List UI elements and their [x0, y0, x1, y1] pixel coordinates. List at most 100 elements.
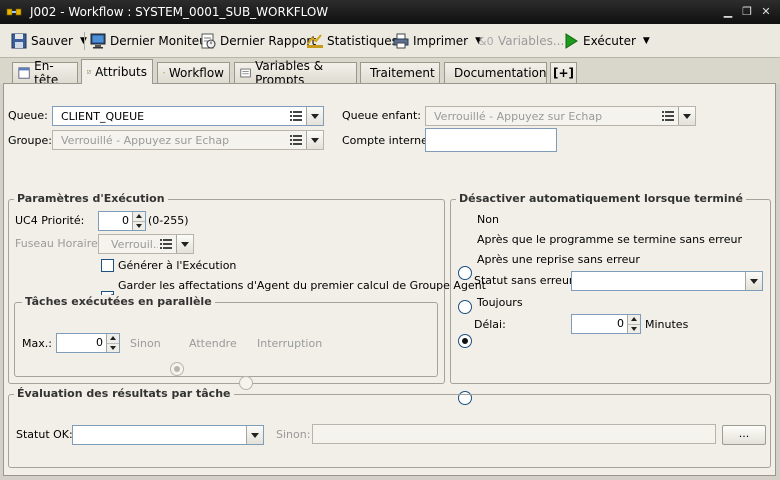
spin-down-icon[interactable]: [628, 324, 640, 333]
internal-account-input[interactable]: [425, 128, 557, 152]
deactivate-after-restart-label: Après une reprise sans erreur: [477, 253, 640, 266]
max-spinner[interactable]: 0: [56, 333, 120, 353]
child-queue-combo[interactable]: Verrouillé - Appuyez sur Echap: [425, 106, 696, 126]
deactivate-group: [450, 199, 771, 384]
group-value: Verrouillé - Appuyez sur Echap: [61, 133, 230, 147]
child-queue-value: Verrouillé - Appuyez sur Echap: [434, 109, 603, 123]
timezone-value: Verrouil...: [111, 237, 158, 251]
report-icon: [201, 33, 216, 49]
variables-button[interactable]: &0 Variables...: [477, 30, 564, 52]
chevron-down-icon[interactable]: [306, 131, 323, 149]
close-button[interactable]: ✕: [758, 5, 774, 19]
variables-tab-icon: [240, 68, 251, 78]
chevron-down-icon[interactable]: [246, 426, 263, 444]
list-icon[interactable]: [288, 108, 304, 124]
tab-header[interactable]: En-tête: [12, 59, 78, 87]
deactivate-none-radio[interactable]: [458, 266, 472, 280]
evaluation-title: Évaluation des résultats par tâche: [14, 387, 234, 400]
list-icon[interactable]: [158, 236, 174, 252]
spin-up-icon[interactable]: [628, 315, 640, 325]
status-no-error-label: Statut sans erreur:: [474, 274, 577, 287]
parallel-tasks-title: Tâches exécutées en parallèle: [22, 295, 215, 308]
queue-label: Queue:: [8, 109, 48, 122]
chevron-down-icon[interactable]: [306, 107, 323, 125]
delay-spinner[interactable]: 0: [571, 314, 641, 334]
queue-value: CLIENT_QUEUE: [61, 109, 145, 123]
else-field-label: Sinon:: [276, 428, 311, 441]
play-icon: [565, 33, 578, 49]
group-label: Groupe:: [8, 134, 52, 147]
max-label: Max.:: [22, 337, 52, 350]
priority-range: (0-255): [148, 214, 189, 227]
print-button[interactable]: Imprimer ▼: [392, 30, 482, 52]
tab-add[interactable]: [+]: [550, 62, 577, 83]
status-ok-label: Statut OK:: [16, 428, 73, 441]
header-tab-icon: [18, 67, 30, 79]
interrupt-label: Interruption: [257, 337, 323, 350]
deactivate-title: Désactiver automatiquement lorsque termi…: [456, 192, 746, 205]
wait-label: Attendre: [189, 337, 237, 350]
deactivate-after-program-label: Après que le programme se termine sans e…: [477, 233, 742, 246]
else-label: Sinon: [130, 337, 161, 350]
generate-at-runtime-checkbox[interactable]: [101, 259, 114, 272]
interrupt-radio[interactable]: [239, 376, 253, 390]
deactivate-after-restart-radio[interactable]: [458, 334, 472, 348]
last-report-button[interactable]: Dernier Rapport: [199, 30, 316, 52]
minimize-button[interactable]: ▁: [720, 5, 736, 19]
statistics-button[interactable]: Statistiques: [306, 30, 398, 52]
tab-processing[interactable]: Traitement: [360, 62, 440, 83]
workflow-tab-icon: [163, 72, 165, 74]
execution-params-title: Paramètres d'Exécution: [14, 192, 168, 205]
maximize-button[interactable]: ❐: [739, 5, 755, 19]
deactivate-after-program-radio[interactable]: [458, 300, 472, 314]
status-ok-combo[interactable]: [72, 425, 264, 445]
priority-spinner[interactable]: 0: [98, 211, 146, 231]
priority-value: 0: [122, 214, 129, 227]
list-icon[interactable]: [288, 132, 304, 148]
else-input[interactable]: [312, 424, 716, 444]
delay-value: 0: [617, 317, 624, 330]
statistics-icon: [307, 34, 323, 48]
chevron-down-icon[interactable]: [745, 272, 762, 290]
timezone-label: Fuseau Horaire:: [15, 237, 102, 250]
execute-button[interactable]: Exécuter ▼: [562, 30, 650, 52]
save-icon: [11, 33, 27, 49]
last-monitor-button[interactable]: Dernier Moniteur: [89, 30, 212, 52]
toolbar-separator: [84, 32, 85, 50]
spin-up-icon[interactable]: [107, 334, 119, 344]
monitor-icon: [90, 33, 106, 49]
delay-label: Délai:: [474, 318, 506, 331]
timezone-combo[interactable]: Verrouil...: [98, 234, 194, 254]
deactivate-none-label: Non: [477, 213, 499, 226]
browse-button[interactable]: ...: [722, 425, 766, 445]
queue-combo[interactable]: CLIENT_QUEUE: [52, 106, 324, 126]
save-button[interactable]: Sauver ▼: [10, 30, 87, 52]
list-icon[interactable]: [660, 108, 676, 124]
chevron-down-icon[interactable]: [678, 107, 695, 125]
generate-at-runtime-label: Générer à l'Exécution: [118, 259, 237, 272]
execute-dropdown-icon[interactable]: ▼: [643, 36, 650, 46]
tab-documentation[interactable]: Documentation: [444, 62, 547, 83]
internal-account-label: Compte interne:: [342, 134, 432, 147]
tab-workflow[interactable]: Workflow: [157, 62, 230, 83]
tab-attributes[interactable]: Attributs: [81, 59, 153, 84]
spin-down-icon[interactable]: [107, 343, 119, 352]
workflow-app-icon: [6, 8, 22, 16]
title-bar: J002 - Workflow : SYSTEM_0001_SUB_WORKFL…: [0, 0, 780, 24]
spin-up-icon[interactable]: [133, 212, 145, 222]
delay-unit: Minutes: [645, 318, 689, 331]
status-no-error-combo[interactable]: [571, 271, 763, 291]
variables-icon: &0: [478, 35, 494, 48]
max-value: 0: [96, 336, 103, 349]
wait-radio[interactable]: [170, 362, 184, 376]
child-queue-label: Queue enfant:: [342, 109, 421, 122]
group-combo[interactable]: Verrouillé - Appuyez sur Echap: [52, 130, 324, 150]
priority-label: UC4 Priorité:: [15, 214, 85, 227]
keep-agent-assignment-label: Garder les affectations d'Agent du premi…: [118, 279, 486, 292]
tab-variables-prompts[interactable]: Variables & Prompts: [234, 59, 357, 87]
window-title: J002 - Workflow : SYSTEM_0001_SUB_WORKFL…: [30, 5, 329, 19]
chevron-down-icon[interactable]: [176, 235, 193, 253]
deactivate-always-label: Toujours: [477, 296, 523, 309]
attributes-tab-icon: [87, 70, 91, 74]
spin-down-icon[interactable]: [133, 221, 145, 230]
